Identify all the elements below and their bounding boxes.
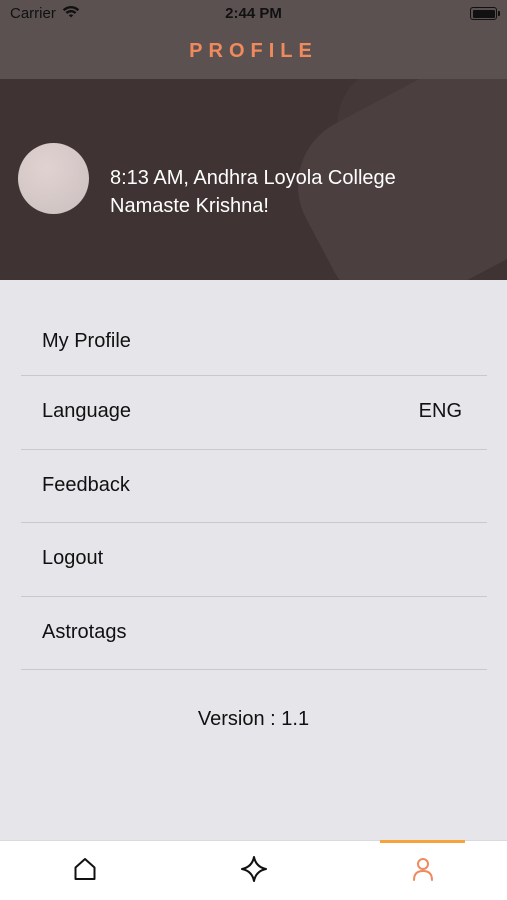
menu-item-language[interactable]: Language ENG — [21, 376, 487, 450]
status-time: 2:44 PM — [225, 5, 282, 22]
menu-item-label: Feedback — [42, 473, 130, 496]
tab-home[interactable] — [0, 841, 169, 900]
menu-item-label: Astrotags — [42, 620, 127, 643]
menu-item-label: Language — [42, 400, 131, 422]
menu-item-label: Logout — [42, 547, 104, 569]
version-label: Version : 1.1 — [197, 708, 310, 730]
avatar[interactable] — [18, 143, 89, 214]
profile-header: 8:13 AM, Andhra Loyola College Namaste K… — [0, 79, 507, 280]
person-icon — [409, 855, 437, 888]
nav-bar: PROFILE — [0, 28, 507, 79]
menu-item-label: My Profile — [42, 330, 131, 352]
home-icon — [71, 855, 99, 888]
active-tab-indicator — [380, 840, 465, 843]
greeting-time-location: 8:13 AM, Andhra Loyola College — [110, 167, 396, 189]
tab-bar — [0, 840, 507, 900]
battery-icon — [470, 7, 500, 20]
menu-item-astrotags[interactable]: Astrotags — [21, 597, 487, 670]
status-bar: Carrier 2:44 PM — [0, 0, 507, 28]
greeting-name: Namaste Krishna! — [110, 195, 269, 217]
menu-item-feedback[interactable]: Feedback — [21, 450, 487, 523]
profile-menu: My Profile Language ENG Feedback Logout … — [21, 306, 487, 670]
star-icon — [240, 855, 268, 888]
menu-item-logout[interactable]: Logout — [21, 523, 487, 597]
language-value: ENG — [418, 400, 462, 422]
page-title: PROFILE — [189, 40, 318, 62]
menu-item-my-profile[interactable]: My Profile — [21, 306, 487, 376]
tab-explore[interactable] — [169, 841, 338, 900]
tab-profile[interactable] — [380, 840, 465, 900]
